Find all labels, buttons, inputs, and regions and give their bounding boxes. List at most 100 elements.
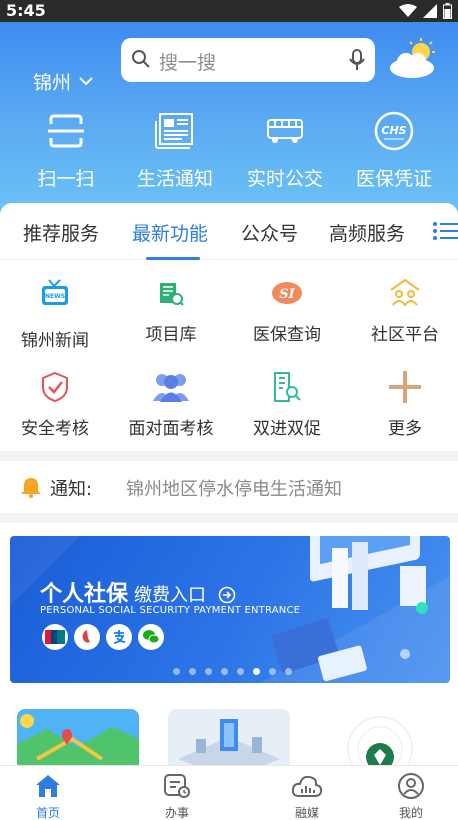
- quick-action-label: 扫一扫: [37, 168, 95, 190]
- nav-label: 首页: [35, 806, 60, 820]
- wechat-pay-icon: [138, 624, 164, 650]
- cloud-media-icon: [267, 772, 347, 800]
- building-search-icon: [232, 370, 342, 404]
- content-area: 个人社保 缴费入口 PERSONAL SOCIAL SECURITY PAYMEN…: [0, 523, 458, 769]
- header: 锦州 搜一搜 扫一扫 生活通知 实时公交 CHS 医保凭证: [0, 22, 458, 226]
- pagination-dot[interactable]: [221, 668, 228, 675]
- service-community-platform[interactable]: 社区平台: [350, 276, 458, 345]
- chs-icon: CHS: [339, 106, 449, 156]
- social-security-banner[interactable]: 个人社保 缴费入口 PERSONAL SOCIAL SECURITY PAYMEN…: [10, 536, 450, 683]
- scan-icon: [11, 106, 121, 156]
- nav-label: 我的: [398, 806, 423, 820]
- notice-text[interactable]: 锦州地区停水停电生活通知: [126, 475, 342, 501]
- wifi-icon: [399, 4, 417, 17]
- si-icon: SI: [232, 276, 342, 310]
- nav-tasks[interactable]: 办事: [137, 772, 217, 820]
- notice-label: 通知:: [50, 479, 93, 500]
- profile-icon: [371, 772, 451, 800]
- quick-action-medical-voucher[interactable]: CHS 医保凭证: [339, 106, 449, 191]
- quick-action-label: 生活通知: [136, 168, 213, 190]
- pagination-dot[interactable]: [205, 668, 212, 675]
- svg-text:SI: SI: [279, 287, 295, 302]
- service-label: 更多: [388, 419, 422, 439]
- alipay-icon: [106, 624, 132, 650]
- tab-new-features[interactable]: 最新功能: [132, 219, 208, 246]
- thumbnail-emblem[interactable]: [319, 709, 441, 769]
- service-label: 安全考核: [21, 419, 89, 439]
- search-placeholder: 搜一搜: [159, 52, 217, 74]
- quick-action-label: 实时公交: [246, 168, 323, 190]
- quick-action-life-notice[interactable]: 生活通知: [120, 106, 230, 191]
- service-tabs: 推荐服务 最新功能 公众号 高频服务: [0, 203, 458, 260]
- city-name: 锦州: [33, 72, 72, 94]
- bottom-navigation: 首页 办事 融媒 我的: [0, 765, 458, 820]
- bus-icon: [230, 106, 340, 156]
- battery-icon: [443, 3, 452, 19]
- pagination-dot[interactable]: [253, 668, 260, 675]
- newspaper-icon: [120, 106, 230, 156]
- nav-label: 融媒: [294, 806, 319, 820]
- quick-action-label: 医保凭证: [355, 168, 432, 190]
- service-label: 社区平台: [371, 325, 439, 345]
- service-medical-insurance-query[interactable]: SI 医保查询: [232, 276, 342, 345]
- pagination-dot[interactable]: [269, 668, 276, 675]
- project-library-icon: [116, 276, 226, 310]
- payment-methods: [42, 624, 164, 650]
- task-icon: [137, 772, 217, 800]
- active-tab-indicator: [146, 257, 200, 260]
- nav-home[interactable]: 首页: [8, 772, 88, 820]
- shield-check-icon: [0, 370, 110, 404]
- service-label: 医保查询: [253, 325, 321, 345]
- service-jinzhou-news[interactable]: NEWS 锦州新闻: [0, 276, 110, 351]
- service-face-to-face-assessment[interactable]: 面对面考核: [116, 370, 226, 439]
- status-bar: 5:45: [0, 0, 458, 22]
- people-icon: [116, 370, 226, 404]
- menu-list-icon[interactable]: [433, 221, 458, 245]
- signal-icon: [423, 4, 437, 18]
- chevron-down-icon: [79, 77, 93, 86]
- status-time: 5:45: [6, 1, 46, 20]
- news-tv-icon: NEWS: [0, 276, 110, 310]
- city-selector[interactable]: 锦州: [33, 68, 93, 95]
- banner-title-suffix: 缴费入口: [134, 585, 207, 606]
- service-project-library[interactable]: 项目库: [116, 276, 226, 345]
- svg-text:NEWS: NEWS: [45, 293, 65, 300]
- service-dual-promotion[interactable]: 双进双促: [232, 370, 342, 439]
- pagination-dot[interactable]: [285, 668, 292, 675]
- pagination-dot[interactable]: [189, 668, 196, 675]
- search-icon: [131, 49, 151, 73]
- weather-icon[interactable]: [388, 36, 438, 84]
- tab-official-accounts[interactable]: 公众号: [241, 219, 298, 246]
- tab-recommended[interactable]: 推荐服务: [23, 219, 99, 246]
- pagination-dot[interactable]: [173, 668, 180, 675]
- community-icon: [350, 276, 458, 310]
- nav-label: 办事: [164, 806, 189, 820]
- service-safety-assessment[interactable]: 安全考核: [0, 370, 110, 439]
- plus-icon: [350, 370, 458, 404]
- service-more[interactable]: 更多: [350, 370, 458, 439]
- service-label: 锦州新闻: [21, 331, 89, 351]
- ccb-pay-icon: [74, 624, 100, 650]
- services-panel: 推荐服务 最新功能 公众号 高频服务 NEWS 锦州新闻 项目库 SI 医保查询…: [0, 203, 458, 451]
- arrow-circle-icon: [218, 586, 235, 604]
- thumbnail-digital-city[interactable]: [168, 709, 290, 769]
- notice-bar[interactable]: 通知: 锦州地区停水停电生活通知: [0, 461, 458, 513]
- bell-icon: [20, 476, 42, 502]
- service-label: 面对面考核: [128, 419, 214, 439]
- home-icon: [8, 772, 88, 800]
- status-icons: [399, 2, 452, 20]
- thumbnail-map[interactable]: [17, 709, 139, 769]
- pagination-dot[interactable]: [237, 668, 244, 675]
- search-input[interactable]: 搜一搜: [121, 38, 375, 82]
- quick-action-scan[interactable]: 扫一扫: [11, 106, 121, 191]
- unionpay-icon: [42, 624, 68, 650]
- microphone-icon[interactable]: [349, 49, 365, 75]
- banner-title: 个人社保 缴费入口: [40, 576, 236, 608]
- banner-title-main: 个人社保: [40, 582, 129, 607]
- quick-action-bus[interactable]: 实时公交: [230, 106, 340, 191]
- nav-profile[interactable]: 我的: [371, 772, 451, 820]
- tab-frequent-services[interactable]: 高频服务: [329, 219, 405, 246]
- nav-media[interactable]: 融媒: [267, 772, 347, 820]
- svg-text:CHS: CHS: [381, 124, 406, 137]
- quick-actions: 扫一扫 生活通知 实时公交 CHS 医保凭证: [0, 106, 458, 192]
